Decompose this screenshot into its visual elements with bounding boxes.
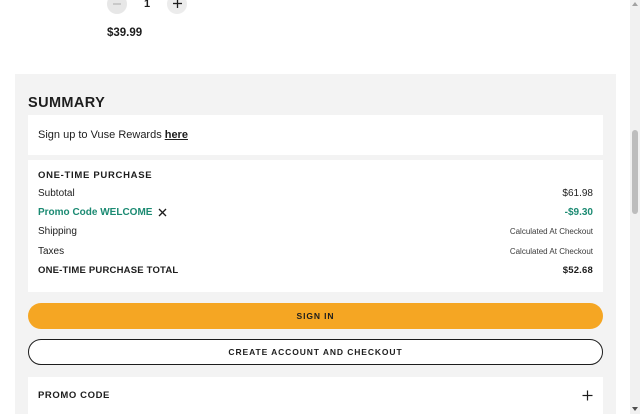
plus-icon: [582, 390, 593, 401]
quantity-stepper: 1: [107, 0, 187, 19]
shipping-label: Shipping: [38, 225, 77, 237]
vertical-scrollbar[interactable]: [630, 0, 640, 414]
promo-code-row: Promo Code WELCOME -$9.30: [38, 205, 593, 219]
remove-promo-button[interactable]: [158, 208, 167, 217]
subtotal-label: Subtotal: [38, 187, 75, 199]
rewards-signup-link[interactable]: here: [165, 129, 188, 141]
total-row: ONE-TIME PURCHASE TOTAL $52.68: [38, 263, 593, 277]
rewards-text: Sign up to Vuse Rewards: [38, 129, 162, 141]
shipping-value: Calculated At Checkout: [509, 226, 593, 236]
sign-in-button[interactable]: SIGN IN: [28, 303, 603, 329]
decrease-quantity-button[interactable]: [107, 0, 127, 14]
total-label: ONE-TIME PURCHASE TOTAL: [38, 264, 179, 276]
promo-discount-value: -$9.30: [564, 206, 593, 218]
scroll-up-arrow-icon[interactable]: [632, 2, 638, 6]
taxes-value: Calculated At Checkout: [509, 246, 593, 256]
close-icon: [158, 208, 167, 216]
subtotal-value: $61.98: [562, 187, 593, 199]
increase-quantity-button[interactable]: [167, 0, 187, 14]
scroll-down-arrow-icon[interactable]: [632, 407, 638, 411]
create-account-checkout-button[interactable]: CREATE ACCOUNT AND CHECKOUT: [28, 339, 603, 365]
taxes-label: Taxes: [38, 245, 65, 257]
taxes-row: Taxes Calculated At Checkout: [38, 244, 593, 258]
order-summary-panel: SUMMARY Sign up to Vuse Rewards here ONE…: [15, 74, 616, 414]
promo-code-applied: Promo Code WELCOME: [38, 207, 167, 218]
one-time-purchase-box: ONE-TIME PURCHASE Subtotal $61.98 Promo …: [28, 160, 603, 292]
rewards-signup-banner: Sign up to Vuse Rewards here: [28, 115, 603, 155]
shipping-row: Shipping Calculated At Checkout: [38, 224, 593, 238]
promo-code-label: Promo Code WELCOME: [38, 206, 153, 218]
item-price: $39.99: [107, 27, 143, 39]
cart-page: 1 $39.99 SUMMARY Sign up to Vuse Rewards…: [0, 0, 640, 414]
purchase-heading: ONE-TIME PURCHASE: [38, 170, 153, 181]
minus-icon: [113, 2, 121, 5]
promo-code-accordion-label: PROMO CODE: [38, 390, 110, 401]
total-value: $52.68: [562, 264, 593, 276]
quantity-value: 1: [143, 0, 151, 10]
promo-code-accordion[interactable]: PROMO CODE: [28, 377, 603, 414]
scrollbar-thumb[interactable]: [632, 130, 638, 214]
summary-title: SUMMARY: [28, 95, 106, 111]
subtotal-row: Subtotal $61.98: [38, 186, 593, 200]
plus-icon: [172, 0, 182, 8]
